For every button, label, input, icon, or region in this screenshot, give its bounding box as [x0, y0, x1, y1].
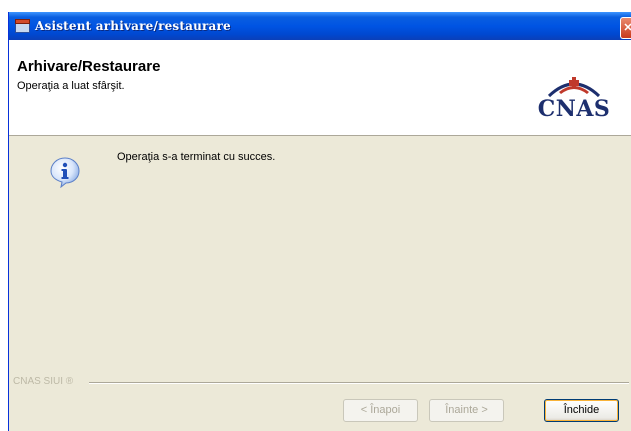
- result-message: Operaţia s-a terminat cu succes.: [117, 151, 276, 163]
- logo-text: CNAS: [537, 96, 611, 122]
- wizard-window: Asistent arhivare/restaurare ✕ Arhivare/…: [8, 12, 631, 431]
- close-button[interactable]: Închide: [544, 399, 619, 422]
- archive-icon: [15, 18, 30, 34]
- cnas-logo: CNAS: [529, 70, 619, 126]
- next-button[interactable]: Înainte >: [429, 399, 504, 422]
- close-window-button[interactable]: ✕: [620, 17, 631, 39]
- header-subtitle: Operaţia a luat sfârşit.: [17, 80, 125, 92]
- wizard-header: Arhivare/Restaurare Operaţia a luat sfâr…: [9, 40, 631, 136]
- wizard-content: Operaţia s-a terminat cu succes.: [9, 136, 631, 376]
- back-button[interactable]: < Înapoi: [343, 399, 418, 422]
- window-title: Asistent arhivare/restaurare: [35, 19, 231, 33]
- title-bar[interactable]: Asistent arhivare/restaurare ✕: [9, 12, 631, 40]
- header-title: Arhivare/Restaurare: [17, 58, 161, 75]
- info-icon: [50, 157, 80, 188]
- footer-separator: [89, 382, 629, 384]
- footer-brand-label: CNAS SIUI ®: [13, 376, 74, 387]
